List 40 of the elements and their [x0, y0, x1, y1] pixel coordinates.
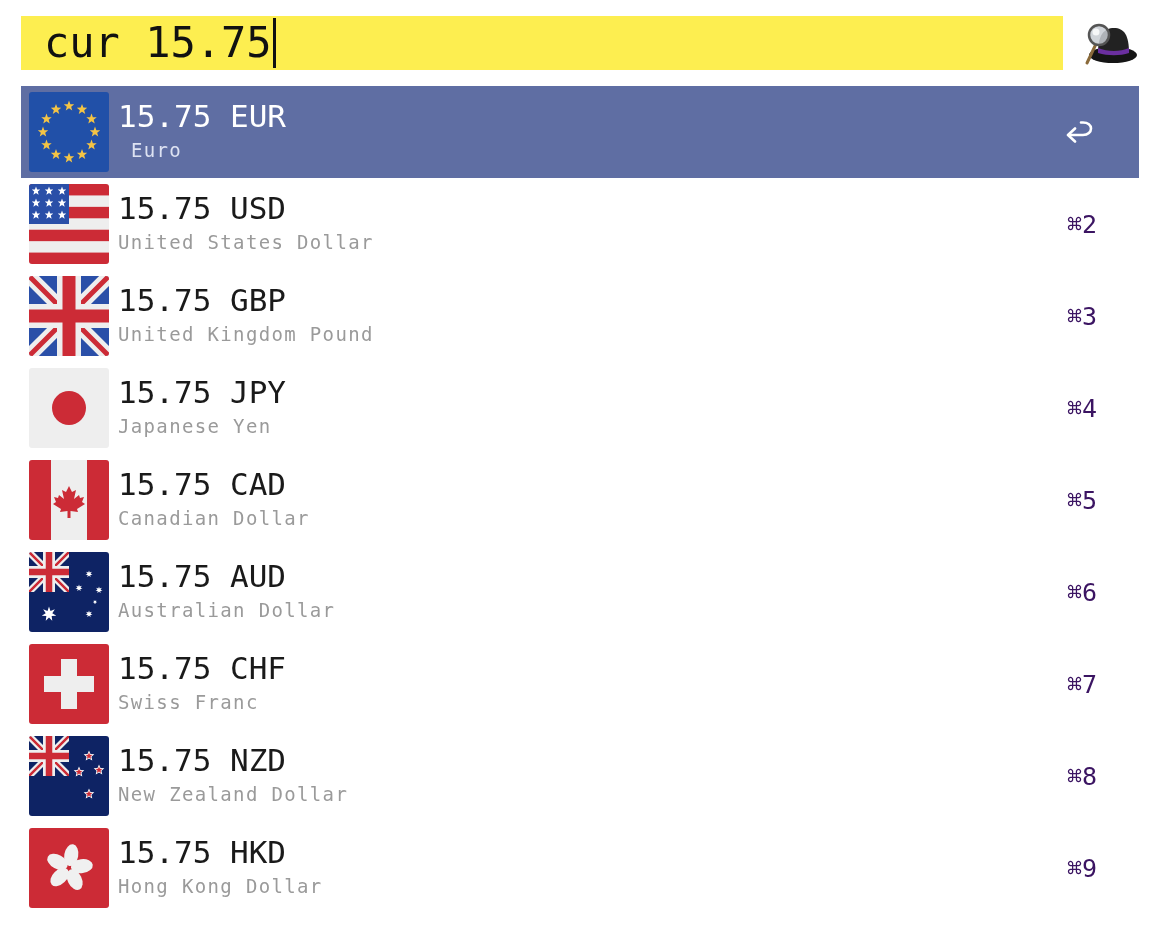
result-subtitle: Japanese Yen	[118, 414, 272, 438]
result-title: 15.75 HKD	[118, 835, 286, 869]
keyboard-shortcut: ⌘6	[1066, 577, 1097, 607]
result-subtitle: Hong Kong Dollar	[118, 874, 323, 898]
keyboard-shortcut: ⌘5	[1066, 485, 1097, 515]
result-subtitle: United Kingdom Pound	[118, 322, 374, 346]
eu-flag-icon	[29, 92, 109, 172]
canada-flag-icon	[29, 460, 109, 540]
hong-kong-flag-icon	[29, 828, 109, 908]
result-subtitle: United States Dollar	[118, 230, 374, 254]
keyboard-shortcut: ⌘4	[1066, 393, 1097, 423]
result-title: 15.75 NZD	[118, 743, 286, 777]
japan-flag-icon	[29, 368, 109, 448]
new-zealand-flag-icon	[29, 736, 109, 816]
uk-flag-icon	[29, 276, 109, 356]
keyboard-shortcut: ⌘2	[1066, 209, 1097, 239]
keyboard-shortcut: ⌘9	[1066, 853, 1097, 883]
result-subtitle: Swiss Franc	[118, 690, 259, 714]
keyboard-shortcut: ⌘8	[1066, 761, 1097, 791]
result-title: 15.75 JPY	[118, 375, 286, 409]
result-title: 15.75 CHF	[118, 651, 286, 685]
result-subtitle: Australian Dollar	[118, 598, 336, 622]
result-subtitle: Euro	[131, 138, 183, 162]
result-subtitle: New Zealand Dollar	[118, 782, 349, 806]
result-title: 15.75 USD	[118, 191, 286, 225]
keyboard-shortcut: ⌘7	[1066, 669, 1097, 699]
us-flag-icon	[29, 184, 109, 264]
result-title: 15.75 CAD	[118, 467, 286, 501]
hat-with-magnifier-icon	[1082, 21, 1138, 65]
australia-flag-icon	[29, 552, 109, 632]
return-key-icon	[1065, 121, 1093, 143]
result-item[interactable]: 15.75 EUR Euro	[21, 86, 1139, 178]
keyboard-shortcut: ⌘3	[1066, 301, 1097, 331]
result-subtitle: Canadian Dollar	[118, 506, 310, 530]
text-cursor	[272, 18, 276, 68]
result-title: 15.75 GBP	[118, 283, 286, 317]
result-title: 15.75 AUD	[118, 559, 286, 593]
swiss-flag-icon	[29, 644, 109, 724]
result-title: 15.75 EUR	[118, 99, 286, 133]
search-field[interactable]: cur 15.75	[21, 16, 1063, 70]
